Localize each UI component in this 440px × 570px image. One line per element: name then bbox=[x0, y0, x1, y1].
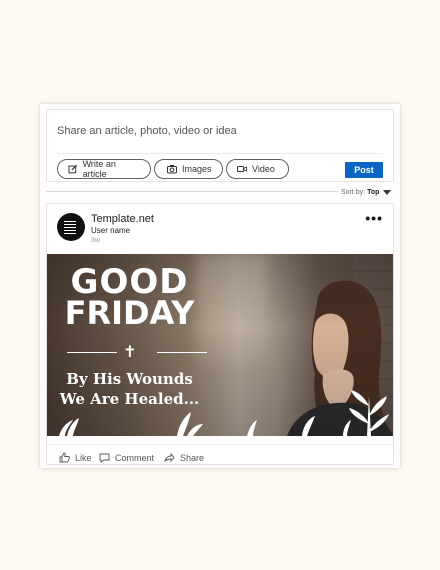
share-label: Share bbox=[180, 452, 205, 463]
post-subtitle: User name bbox=[91, 226, 131, 235]
comment-button[interactable]: Comment bbox=[99, 452, 154, 463]
write-article-button[interactable]: Write an article bbox=[57, 159, 151, 179]
sort-prefix: Sort by: bbox=[341, 189, 366, 196]
video-label: Video bbox=[252, 164, 275, 174]
sort-value: Top bbox=[367, 189, 380, 196]
cross-icon: ✝ bbox=[123, 344, 137, 361]
image-headline-2: FRIDAY bbox=[64, 294, 195, 332]
like-label: Like bbox=[75, 452, 92, 463]
share-divider bbox=[57, 153, 383, 154]
comment-icon bbox=[99, 453, 110, 463]
share-icon bbox=[164, 452, 175, 463]
post-button[interactable]: Post bbox=[345, 162, 383, 178]
post-image[interactable]: GOOD FRIDAY ✝ By His Wounds We Are Heale… bbox=[47, 254, 393, 436]
caret-down-icon bbox=[383, 190, 392, 195]
images-button[interactable]: Images bbox=[154, 159, 223, 179]
edit-icon bbox=[68, 164, 78, 174]
cross-divider: ✝ bbox=[67, 344, 207, 361]
thumbs-up-icon bbox=[59, 452, 70, 463]
feed-divider bbox=[46, 191, 338, 192]
video-icon bbox=[237, 166, 247, 172]
share-box: Share an article, photo, video or idea W… bbox=[46, 109, 394, 182]
more-options-icon[interactable]: ••• bbox=[365, 210, 383, 226]
leaf-decoration bbox=[59, 390, 389, 436]
action-divider bbox=[47, 444, 393, 445]
camera-icon bbox=[167, 165, 177, 174]
video-button[interactable]: Video bbox=[226, 159, 289, 179]
feed-post: Template.net User name 3w ••• GOOD FRIDA… bbox=[46, 203, 394, 465]
avatar[interactable] bbox=[57, 213, 85, 241]
post-author[interactable]: Template.net bbox=[91, 213, 154, 225]
share-button[interactable]: Share bbox=[164, 452, 204, 463]
like-button[interactable]: Like bbox=[59, 452, 92, 463]
comment-label: Comment bbox=[115, 452, 155, 463]
images-label: Images bbox=[182, 164, 212, 174]
post-timestamp: 3w bbox=[91, 237, 100, 244]
write-article-label: Write an article bbox=[82, 159, 116, 179]
share-prompt-input[interactable]: Share an article, photo, video or idea bbox=[57, 125, 237, 137]
sort-dropdown[interactable]: Sort by: Top bbox=[341, 189, 392, 196]
